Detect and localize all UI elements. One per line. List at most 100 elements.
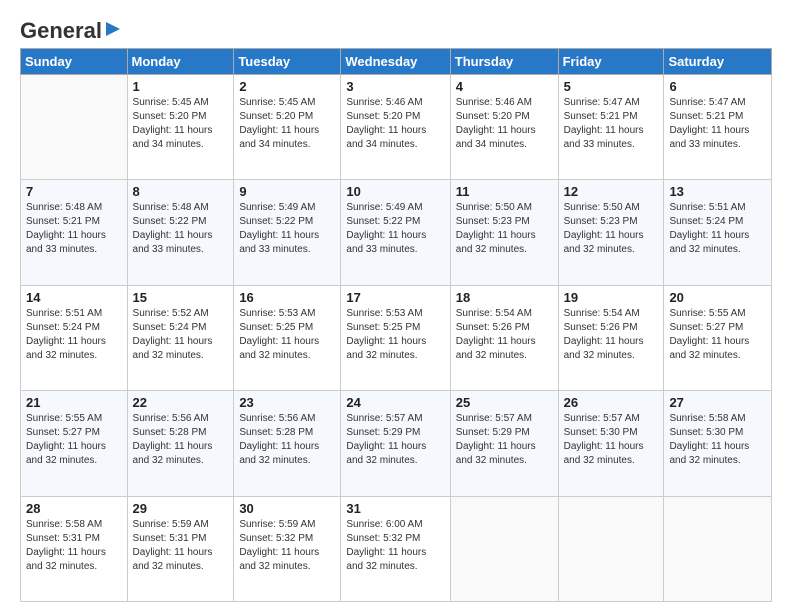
logo-general: General — [20, 18, 102, 44]
logo: General — [20, 18, 122, 40]
calendar-header-friday: Friday — [558, 49, 664, 75]
calendar-table: SundayMondayTuesdayWednesdayThursdayFrid… — [20, 48, 772, 602]
cell-info: Sunrise: 5:59 AMSunset: 5:31 PMDaylight:… — [133, 518, 229, 574]
calendar-header-thursday: Thursday — [450, 49, 558, 75]
calendar-cell: 28 Sunrise: 5:58 AMSunset: 5:31 PMDayligh… — [21, 496, 128, 601]
calendar-week-5: 28 Sunrise: 5:58 AMSunset: 5:31 PMDayligh… — [21, 496, 772, 601]
page: General SundayMondayTuesdayWednesdayThur… — [0, 0, 792, 612]
calendar-header-sunday: Sunday — [21, 49, 128, 75]
calendar-cell: 9 Sunrise: 5:49 AMSunset: 5:22 PMDaylight… — [234, 180, 341, 285]
day-number: 11 — [456, 184, 553, 199]
day-number: 12 — [564, 184, 659, 199]
day-number: 27 — [669, 395, 766, 410]
calendar-week-4: 21Sunrise: 5:55 AMSunset: 5:27 PMDayligh… — [21, 391, 772, 496]
calendar-week-2: 7 Sunrise: 5:48 AMSunset: 5:21 PMDaylight… — [21, 180, 772, 285]
cell-info: Sunrise: 5:49 AMSunset: 5:22 PMDaylight:… — [346, 201, 444, 257]
header: General — [20, 18, 772, 40]
day-number: 4 — [456, 79, 553, 94]
day-number: 25 — [456, 395, 553, 410]
calendar-header-row: SundayMondayTuesdayWednesdayThursdayFrid… — [21, 49, 772, 75]
calendar-cell: 25 Sunrise: 5:57 AMSunset: 5:29 PMDayligh… — [450, 391, 558, 496]
calendar-week-3: 14Sunrise: 5:51 AMSunset: 5:24 PMDayligh… — [21, 285, 772, 390]
cell-info: Sunrise: 5:50 AMSunset: 5:23 PMDaylight:… — [564, 201, 659, 257]
day-number: 26 — [564, 395, 659, 410]
calendar-cell: 7 Sunrise: 5:48 AMSunset: 5:21 PMDaylight… — [21, 180, 128, 285]
calendar-cell: 1 Sunrise: 5:45 AMSunset: 5:20 PMDaylight… — [127, 75, 234, 180]
cell-info: Sunrise: 5:57 AMSunset: 5:29 PMDaylight:… — [456, 412, 553, 468]
day-number: 18 — [456, 290, 553, 305]
calendar-cell: 21Sunrise: 5:55 AMSunset: 5:27 PMDayligh… — [21, 391, 128, 496]
day-number: 3 — [346, 79, 444, 94]
cell-info: Sunrise: 5:53 AMSunset: 5:25 PMDaylight:… — [239, 307, 335, 363]
cell-info: Sunrise: 5:55 AMSunset: 5:27 PMDaylight:… — [669, 307, 766, 363]
day-number: 22 — [133, 395, 229, 410]
calendar-cell: 13 Sunrise: 5:51 AMSunset: 5:24 PMDayligh… — [664, 180, 772, 285]
calendar-cell: 14Sunrise: 5:51 AMSunset: 5:24 PMDayligh… — [21, 285, 128, 390]
cell-info: Sunrise: 5:56 AMSunset: 5:28 PMDaylight:… — [239, 412, 335, 468]
day-number: 14 — [26, 290, 122, 305]
cell-info: Sunrise: 5:49 AMSunset: 5:22 PMDaylight:… — [239, 201, 335, 257]
cell-info: Sunrise: 6:00 AMSunset: 5:32 PMDaylight:… — [346, 518, 444, 574]
day-number: 17 — [346, 290, 444, 305]
calendar-cell: 11 Sunrise: 5:50 AMSunset: 5:23 PMDayligh… — [450, 180, 558, 285]
calendar-cell — [450, 496, 558, 601]
day-number: 9 — [239, 184, 335, 199]
cell-info: Sunrise: 5:46 AMSunset: 5:20 PMDaylight:… — [456, 96, 553, 152]
calendar-cell: 19Sunrise: 5:54 AMSunset: 5:26 PMDayligh… — [558, 285, 664, 390]
cell-info: Sunrise: 5:59 AMSunset: 5:32 PMDaylight:… — [239, 518, 335, 574]
cell-info: Sunrise: 5:51 AMSunset: 5:24 PMDaylight:… — [669, 201, 766, 257]
calendar-cell: 16 Sunrise: 5:53 AMSunset: 5:25 PMDayligh… — [234, 285, 341, 390]
cell-info: Sunrise: 5:48 AMSunset: 5:22 PMDaylight:… — [133, 201, 229, 257]
cell-info: Sunrise: 5:58 AMSunset: 5:31 PMDaylight:… — [26, 518, 122, 574]
calendar-cell: 3 Sunrise: 5:46 AMSunset: 5:20 PMDaylight… — [341, 75, 450, 180]
cell-info: Sunrise: 5:45 AMSunset: 5:20 PMDaylight:… — [133, 96, 229, 152]
day-number: 2 — [239, 79, 335, 94]
calendar-cell: 2 Sunrise: 5:45 AMSunset: 5:20 PMDaylight… — [234, 75, 341, 180]
day-number: 24 — [346, 395, 444, 410]
day-number: 8 — [133, 184, 229, 199]
calendar-cell: 12 Sunrise: 5:50 AMSunset: 5:23 PMDayligh… — [558, 180, 664, 285]
calendar-header-monday: Monday — [127, 49, 234, 75]
calendar-cell: 30 Sunrise: 5:59 AMSunset: 5:32 PMDayligh… — [234, 496, 341, 601]
cell-info: Sunrise: 5:47 AMSunset: 5:21 PMDaylight:… — [669, 96, 766, 152]
calendar-cell: 4 Sunrise: 5:46 AMSunset: 5:20 PMDaylight… — [450, 75, 558, 180]
calendar-cell: 31 Sunrise: 6:00 AMSunset: 5:32 PMDayligh… — [341, 496, 450, 601]
calendar-cell — [664, 496, 772, 601]
cell-info: Sunrise: 5:56 AMSunset: 5:28 PMDaylight:… — [133, 412, 229, 468]
calendar-cell: 27 Sunrise: 5:58 AMSunset: 5:30 PMDayligh… — [664, 391, 772, 496]
cell-info: Sunrise: 5:57 AMSunset: 5:30 PMDaylight:… — [564, 412, 659, 468]
day-number: 30 — [239, 501, 335, 516]
calendar-header-wednesday: Wednesday — [341, 49, 450, 75]
calendar-cell — [21, 75, 128, 180]
calendar-header-tuesday: Tuesday — [234, 49, 341, 75]
cell-info: Sunrise: 5:50 AMSunset: 5:23 PMDaylight:… — [456, 201, 553, 257]
calendar-cell: 17 Sunrise: 5:53 AMSunset: 5:25 PMDayligh… — [341, 285, 450, 390]
calendar-cell: 6 Sunrise: 5:47 AMSunset: 5:21 PMDaylight… — [664, 75, 772, 180]
calendar-cell: 8 Sunrise: 5:48 AMSunset: 5:22 PMDaylight… — [127, 180, 234, 285]
day-number: 7 — [26, 184, 122, 199]
day-number: 16 — [239, 290, 335, 305]
calendar-cell: 26 Sunrise: 5:57 AMSunset: 5:30 PMDayligh… — [558, 391, 664, 496]
cell-info: Sunrise: 5:54 AMSunset: 5:26 PMDaylight:… — [456, 307, 553, 363]
calendar-cell: 24 Sunrise: 5:57 AMSunset: 5:29 PMDayligh… — [341, 391, 450, 496]
cell-info: Sunrise: 5:46 AMSunset: 5:20 PMDaylight:… — [346, 96, 444, 152]
calendar-cell — [558, 496, 664, 601]
cell-info: Sunrise: 5:47 AMSunset: 5:21 PMDaylight:… — [564, 96, 659, 152]
day-number: 5 — [564, 79, 659, 94]
day-number: 28 — [26, 501, 122, 516]
day-number: 1 — [133, 79, 229, 94]
day-number: 31 — [346, 501, 444, 516]
day-number: 13 — [669, 184, 766, 199]
cell-info: Sunrise: 5:58 AMSunset: 5:30 PMDaylight:… — [669, 412, 766, 468]
calendar-cell: 5 Sunrise: 5:47 AMSunset: 5:21 PMDaylight… — [558, 75, 664, 180]
cell-info: Sunrise: 5:48 AMSunset: 5:21 PMDaylight:… — [26, 201, 122, 257]
calendar-cell: 23Sunrise: 5:56 AMSunset: 5:28 PMDayligh… — [234, 391, 341, 496]
cell-info: Sunrise: 5:45 AMSunset: 5:20 PMDaylight:… — [239, 96, 335, 152]
cell-info: Sunrise: 5:57 AMSunset: 5:29 PMDaylight:… — [346, 412, 444, 468]
cell-info: Sunrise: 5:55 AMSunset: 5:27 PMDaylight:… — [26, 412, 122, 468]
cell-info: Sunrise: 5:53 AMSunset: 5:25 PMDaylight:… — [346, 307, 444, 363]
logo-arrow-icon — [104, 20, 122, 38]
day-number: 6 — [669, 79, 766, 94]
calendar-week-1: 1 Sunrise: 5:45 AMSunset: 5:20 PMDaylight… — [21, 75, 772, 180]
calendar-cell: 22 Sunrise: 5:56 AMSunset: 5:28 PMDayligh… — [127, 391, 234, 496]
